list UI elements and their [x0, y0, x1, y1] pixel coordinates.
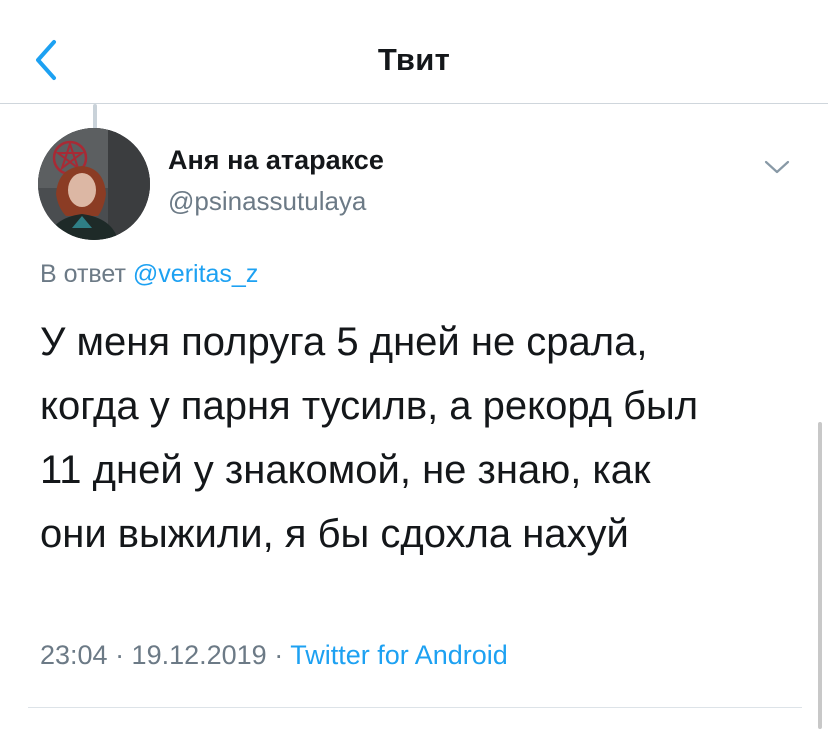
avatar-photo	[38, 128, 150, 240]
reply-to-link[interactable]: @veritas_z	[133, 260, 258, 288]
top-bar: Твит	[0, 0, 828, 104]
scrollbar[interactable]	[818, 422, 822, 729]
author-display-name[interactable]: Аня на атараксе	[168, 145, 384, 176]
divider	[28, 707, 802, 708]
chevron-down-icon	[764, 160, 790, 174]
reply-context: В ответ @veritas_z	[40, 260, 258, 289]
author-handle[interactable]: @psinassutulaya	[168, 186, 366, 217]
thread-connector-line	[93, 104, 97, 130]
avatar[interactable]	[38, 128, 150, 240]
tweet-menu-button[interactable]	[762, 156, 792, 178]
page-title: Твит	[377, 42, 451, 77]
tweet-text: У меня полруга 5 дней не срала, когда у …	[40, 320, 699, 556]
reply-prefix: В ответ	[40, 260, 126, 288]
tweet-source-link[interactable]: Twitter for Android	[290, 640, 508, 670]
tweet-timestamp: 23:04 · 19.12.2019 ·	[40, 640, 291, 670]
tweet-meta: 23:04 · 19.12.2019 · Twitter for Android	[40, 640, 508, 671]
